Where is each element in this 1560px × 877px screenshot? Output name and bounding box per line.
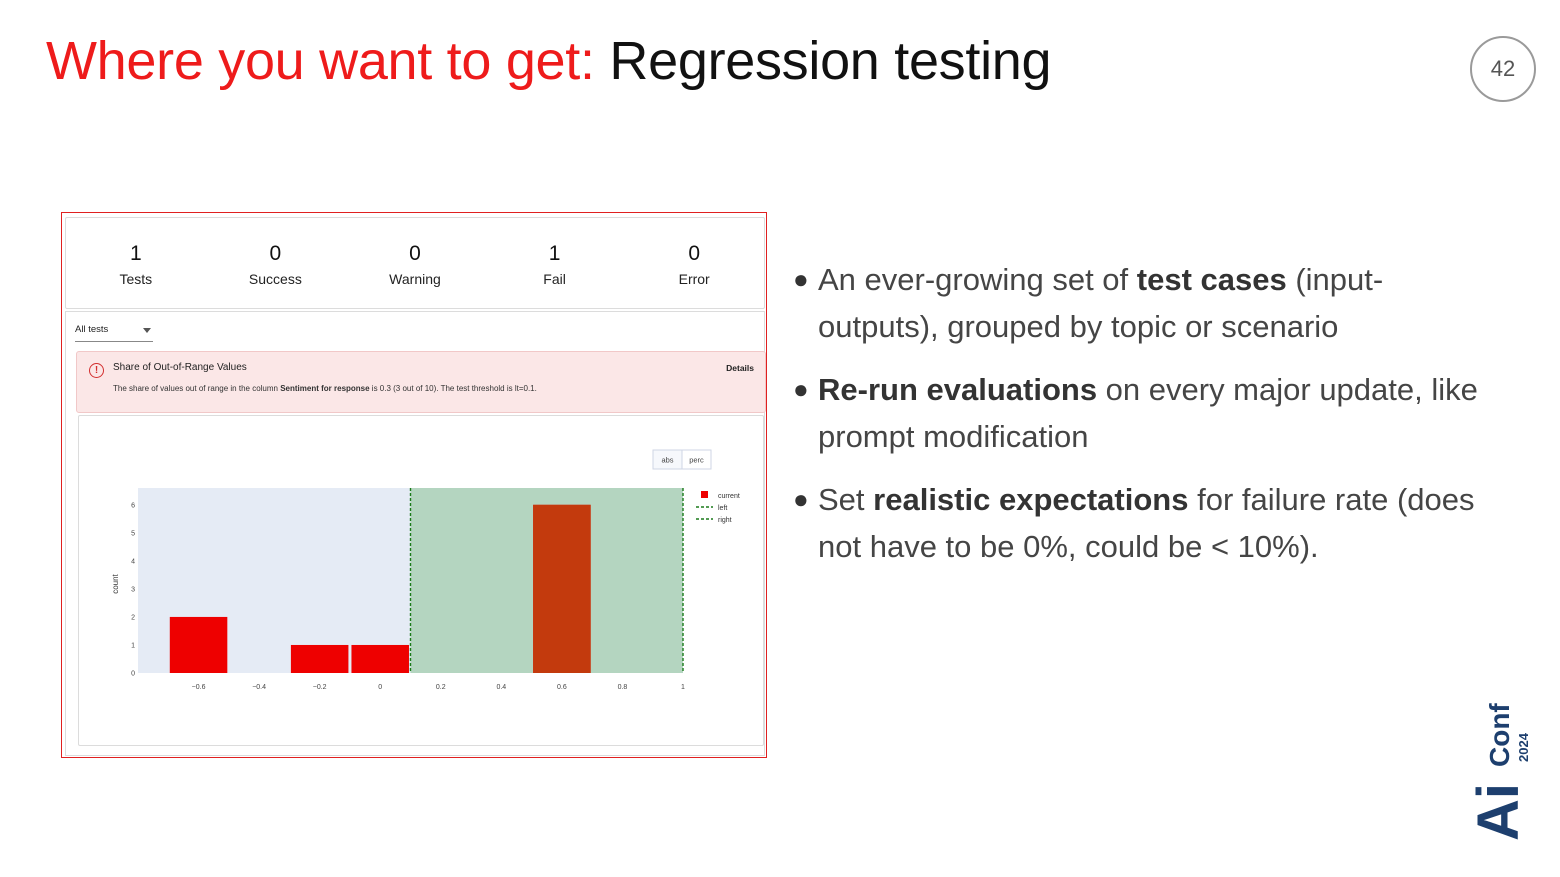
histogram-bar bbox=[351, 644, 409, 673]
summary-tests: 1 Tests bbox=[66, 218, 206, 308]
y-tick-label: 6 bbox=[131, 502, 135, 509]
bullet-dot: ● bbox=[793, 264, 809, 294]
summary-warning: 0 Warning bbox=[345, 218, 485, 308]
plot-area: 0 1 2 3 4 5 6 −0.6 −0.4 −0.2 0 0.2 0.4 0.6 0.8 1 bbox=[131, 488, 685, 691]
stat-value: 1 bbox=[548, 242, 561, 265]
y-tick-label: 2 bbox=[131, 614, 135, 621]
distribution-chart: abs perc 0 1 2 3 4 5 6 −0.6 −0.4 −0.2 0 0.2 0.4 0.6 0.… bbox=[111, 449, 740, 691]
bullet-realistic-expectations: ● Set realistic expectations for failure… bbox=[793, 476, 1493, 570]
test-filter-value: All tests bbox=[75, 324, 109, 335]
details-button[interactable]: Details bbox=[726, 363, 754, 373]
y-tick-label: 5 bbox=[131, 530, 135, 537]
legend-label-current: current bbox=[718, 493, 740, 500]
legend-label-right: right bbox=[718, 517, 732, 524]
error-icon: ! bbox=[89, 363, 104, 378]
histogram-bar bbox=[169, 616, 228, 673]
stat-label: Fail bbox=[543, 271, 566, 287]
summary-success: 0 Success bbox=[206, 218, 346, 308]
bullet-rerun-evaluations: ● Re-run evaluations on every major upda… bbox=[793, 366, 1493, 460]
bullet-test-cases: ● An ever-growing set of test cases (inp… bbox=[793, 256, 1493, 350]
x-tick-label: −0.6 bbox=[192, 684, 206, 691]
legend-label-left: left bbox=[718, 505, 727, 512]
x-tick-label: −0.2 bbox=[313, 684, 327, 691]
alert-title: Share of Out-of-Range Values bbox=[113, 362, 247, 373]
alert-description: The share of values out of range in the … bbox=[113, 384, 537, 393]
y-tick-label: 4 bbox=[131, 558, 135, 565]
x-tick-label: 0.4 bbox=[496, 684, 506, 691]
svg-text:2024: 2024 bbox=[1516, 732, 1531, 762]
alert-desc-column: Sentiment for response bbox=[280, 384, 370, 393]
y-axis-label: count bbox=[111, 573, 120, 593]
slide-title-accent: Where you want to get: bbox=[46, 31, 595, 91]
x-tick-label: −0.4 bbox=[252, 684, 266, 691]
alert-desc-post: is 0.3 (3 out of 10). The test threshold… bbox=[369, 384, 537, 393]
abs-toggle-label: abs bbox=[661, 456, 673, 465]
stat-value: 0 bbox=[688, 242, 701, 265]
svg-text:Conf: Conf bbox=[1484, 703, 1515, 767]
y-tick-label: 1 bbox=[131, 642, 135, 649]
bullet-dot: ● bbox=[793, 374, 809, 404]
bullet-text-pre: An ever-growing set of bbox=[818, 262, 1137, 297]
summary-fail: 1 Fail bbox=[485, 218, 625, 308]
stat-label: Error bbox=[678, 271, 710, 287]
y-tick-label: 0 bbox=[131, 671, 135, 678]
stat-label: Tests bbox=[119, 271, 153, 287]
bullet-list: ● An ever-growing set of test cases (inp… bbox=[793, 256, 1493, 586]
stat-label: Success bbox=[248, 271, 302, 287]
x-tick-label: 0.8 bbox=[618, 684, 628, 691]
bullet-text-pre: Set bbox=[818, 482, 874, 517]
x-tick-label: 0.6 bbox=[557, 684, 567, 691]
x-tick-label: 0 bbox=[378, 684, 382, 691]
page-number-badge: 42 bbox=[1470, 36, 1536, 102]
aiconf-logo: Ai Conf 2024 bbox=[1466, 703, 1531, 841]
abs-perc-toggle: abs perc bbox=[652, 449, 712, 470]
stat-value: 0 bbox=[409, 242, 421, 265]
stat-label: Warning bbox=[389, 271, 441, 287]
x-tick-label: 0.2 bbox=[436, 684, 446, 691]
bullet-text-bold: realistic expectations bbox=[873, 482, 1189, 517]
slide-title-rest: Regression testing bbox=[609, 31, 1052, 91]
bullet-text-bold: test cases bbox=[1136, 262, 1287, 297]
alert-desc-pre: The share of values out of range in the … bbox=[113, 384, 281, 393]
chart-card: abs perc 0 1 2 3 4 5 6 −0.6 −0.4 −0.2 0 0.2 0.4 0.6 0.… bbox=[78, 415, 764, 746]
chevron-down-icon bbox=[143, 328, 151, 333]
stat-value: 1 bbox=[129, 242, 142, 265]
legend-swatch-current bbox=[701, 491, 708, 498]
bullet-dot: ● bbox=[793, 484, 809, 514]
bullet-text-bold: Re-run evaluations bbox=[818, 372, 1098, 407]
chart-legend: current left right bbox=[696, 491, 740, 524]
test-results-panel: All tests ! Share of Out-of-Range Values… bbox=[65, 311, 766, 756]
test-report-screenshot: 1 Tests 0 Success 0 Warning 1 Fail 0 Err… bbox=[61, 212, 767, 758]
svg-text:Ai: Ai bbox=[1466, 783, 1531, 841]
summary-error: 0 Error bbox=[624, 218, 764, 308]
histogram-bar-in-range bbox=[533, 504, 591, 673]
y-tick-label: 3 bbox=[131, 586, 135, 593]
x-tick-label: 1 bbox=[681, 684, 685, 691]
perc-toggle-label: perc bbox=[689, 456, 704, 465]
failed-test-alert: ! Share of Out-of-Range Values Details T… bbox=[76, 351, 766, 413]
histogram-bar bbox=[290, 644, 349, 673]
stat-value: 0 bbox=[269, 242, 282, 265]
test-filter-select[interactable]: All tests bbox=[75, 324, 153, 342]
slide-title: Where you want to get: Regression testin… bbox=[46, 30, 1052, 92]
test-summary-bar: 1 Tests 0 Success 0 Warning 1 Fail 0 Err… bbox=[65, 217, 765, 309]
